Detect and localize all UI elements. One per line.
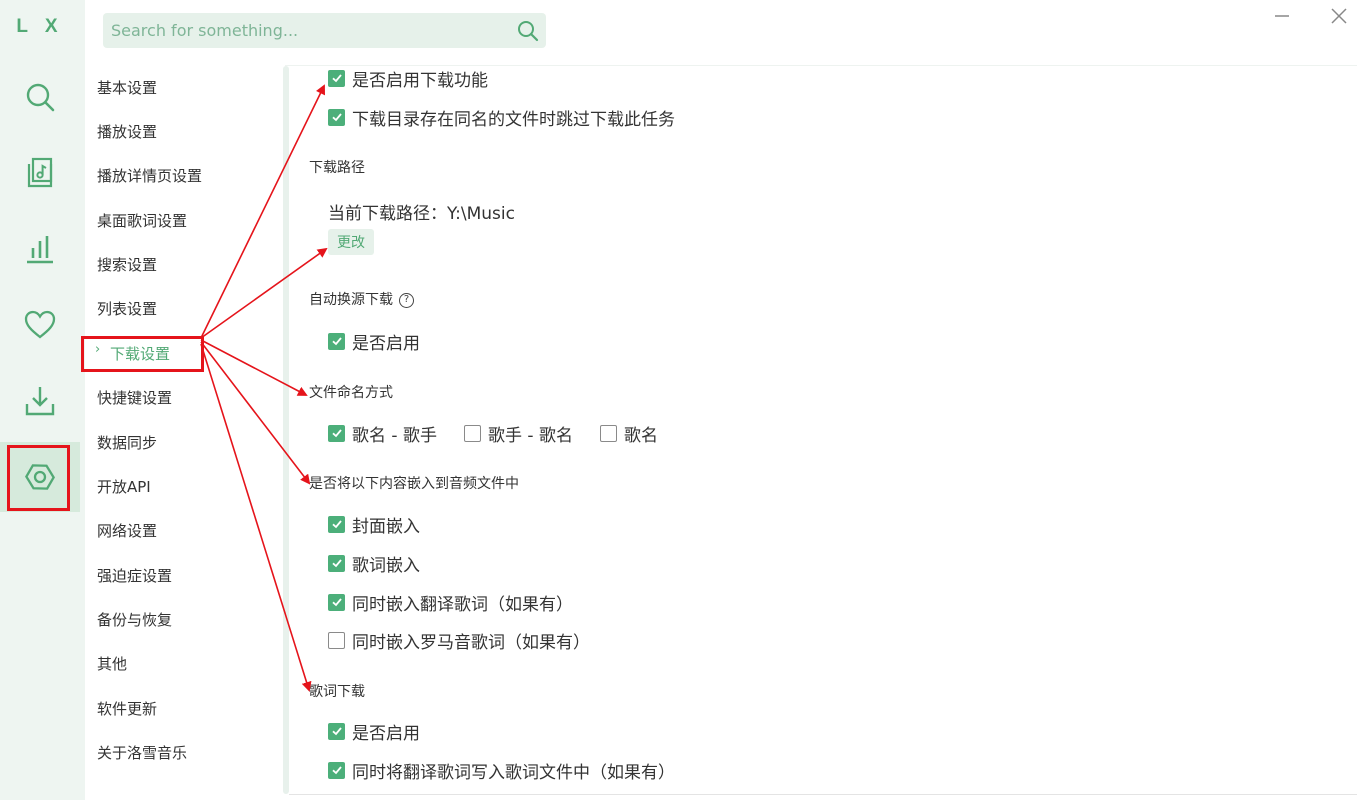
subnav-item-sync[interactable]: 数据同步 xyxy=(97,431,157,455)
checkbox-checked-icon xyxy=(328,554,345,572)
checkbox-auto-switch-enable[interactable]: 是否启用 xyxy=(328,329,420,354)
checkbox-checked-icon xyxy=(328,332,345,350)
checkbox-label: 歌词嵌入 xyxy=(352,555,420,576)
heart-icon xyxy=(24,310,56,339)
current-path-value: Y:\Music xyxy=(447,204,515,224)
subnav-item-network[interactable]: 网络设置 xyxy=(97,519,157,543)
download-settings-panel: 是否启用下载功能 下载目录存在同名的文件时跳过下载此任务 下载路径 当前下载路径… xyxy=(289,66,1357,800)
nav-songlist-button[interactable] xyxy=(0,138,80,208)
subnav-item-about[interactable]: 关于洛雪音乐 xyxy=(97,741,187,765)
checkbox-embed-translated-lyric[interactable]: 同时嵌入翻译歌词（如果有） xyxy=(328,590,573,615)
checkbox-checked-icon xyxy=(328,515,345,533)
checkbox-label: 下载目录存在同名的文件时跳过下载此任务 xyxy=(352,109,675,130)
close-icon[interactable] xyxy=(1327,4,1351,28)
subnav-item-play-detail[interactable]: 播放详情页设置 xyxy=(97,164,202,188)
checkbox-checked-icon xyxy=(328,722,345,740)
subnav-item-open-api[interactable]: 开放API xyxy=(97,475,151,499)
checkbox-name-artist-song[interactable]: 歌手 - 歌名 xyxy=(464,421,573,446)
checkbox-embed-lyric[interactable]: 歌词嵌入 xyxy=(328,551,420,576)
section-title-text: 自动换源下载 xyxy=(309,292,393,308)
checkbox-label: 同时嵌入罗马音歌词（如果有） xyxy=(352,632,590,653)
subnav-item-update[interactable]: 软件更新 xyxy=(97,697,157,721)
current-path-label: 当前下载路径： xyxy=(328,204,447,224)
checkbox-label: 是否启用 xyxy=(352,723,420,744)
checkbox-lyrics-enable[interactable]: 是否启用 xyxy=(328,719,420,744)
section-title-embed: 是否将以下内容嵌入到音频文件中 xyxy=(309,476,519,492)
search-bar xyxy=(103,13,546,48)
nav-download-button[interactable] xyxy=(0,366,80,436)
subnav-item-desktop-lyric[interactable]: 桌面歌词设置 xyxy=(97,209,187,233)
checkbox-label: 歌名 - 歌手 xyxy=(352,425,437,446)
music-list-icon xyxy=(27,157,53,188)
checkbox-checked-icon xyxy=(328,424,345,442)
current-download-path: 当前下载路径：Y:\Music xyxy=(328,199,515,224)
checkbox-skip-existing[interactable]: 下载目录存在同名的文件时跳过下载此任务 xyxy=(328,105,675,130)
subnav-item-other[interactable]: 其他 xyxy=(97,652,127,676)
nav-rail: L X xyxy=(0,0,85,800)
checkbox-label: 封面嵌入 xyxy=(352,516,420,537)
subnav-item-ocd[interactable]: 强迫症设置 xyxy=(97,564,172,588)
subnav-item-search[interactable]: 搜索设置 xyxy=(97,253,157,277)
checkbox-unchecked-icon xyxy=(464,424,481,442)
checkbox-name-song-only[interactable]: 歌名 xyxy=(600,421,658,446)
nav-leaderboard-button[interactable] xyxy=(0,214,80,284)
section-title-download-path: 下载路径 xyxy=(309,160,365,176)
checkbox-label: 同时嵌入翻译歌词（如果有） xyxy=(352,594,573,615)
subnav-item-basic[interactable]: 基本设置 xyxy=(97,76,157,100)
checkbox-label: 歌名 xyxy=(624,425,658,446)
minimize-icon[interactable] xyxy=(1270,4,1294,28)
checkbox-checked-icon xyxy=(328,593,345,611)
checkbox-label: 是否启用 xyxy=(352,333,420,354)
main-area: 基本设置 播放设置 播放详情页设置 桌面歌词设置 搜索设置 列表设置 › 下载设… xyxy=(85,0,1357,800)
checkbox-label: 同时将翻译歌词写入歌词文件中（如果有） xyxy=(352,762,675,783)
checkbox-unchecked-icon xyxy=(328,631,345,649)
subnav-item-list[interactable]: 列表设置 xyxy=(97,297,157,321)
search-icon[interactable] xyxy=(516,19,540,43)
section-title-auto-switch: 自动换源下载 ? xyxy=(309,290,414,310)
subnav-item-play[interactable]: 播放设置 xyxy=(97,120,157,144)
leaderboard-icon xyxy=(27,236,53,264)
checkbox-checked-icon xyxy=(328,69,345,87)
checkbox-label: 是否启用下载功能 xyxy=(352,70,488,91)
app-logo: L X xyxy=(16,16,64,37)
checkbox-label: 歌手 - 歌名 xyxy=(488,425,573,446)
help-icon[interactable]: ? xyxy=(399,292,414,308)
checkbox-unchecked-icon xyxy=(600,424,617,442)
search-icon xyxy=(26,83,55,112)
checkbox-enable-download[interactable]: 是否启用下载功能 xyxy=(328,66,488,91)
checkbox-checked-icon xyxy=(328,108,345,126)
nav-search-button[interactable] xyxy=(0,62,80,132)
bottom-divider xyxy=(289,794,1357,795)
subnav-item-backup[interactable]: 备份与恢复 xyxy=(97,608,172,632)
checkbox-embed-romaji-lyric[interactable]: 同时嵌入罗马音歌词（如果有） xyxy=(328,628,590,653)
checkbox-embed-cover[interactable]: 封面嵌入 xyxy=(328,512,420,537)
section-title-naming: 文件命名方式 xyxy=(309,385,393,401)
annotation-highlight-download xyxy=(81,336,204,372)
section-title-lyrics-download: 歌词下载 xyxy=(309,684,365,700)
checkbox-checked-icon xyxy=(328,761,345,779)
settings-subnav: 基本设置 播放设置 播放详情页设置 桌面歌词设置 搜索设置 列表设置 › 下载设… xyxy=(85,66,285,800)
search-input[interactable] xyxy=(103,13,503,48)
subnav-item-hotkey[interactable]: 快捷键设置 xyxy=(97,386,172,410)
download-icon xyxy=(25,387,55,416)
change-path-button[interactable]: 更改 xyxy=(328,229,374,255)
checkbox-name-song-artist[interactable]: 歌名 - 歌手 xyxy=(328,421,437,446)
nav-favorites-button[interactable] xyxy=(0,290,80,360)
checkbox-lyrics-translated[interactable]: 同时将翻译歌词写入歌词文件中（如果有） xyxy=(328,758,675,783)
annotation-highlight-settings xyxy=(7,445,70,511)
